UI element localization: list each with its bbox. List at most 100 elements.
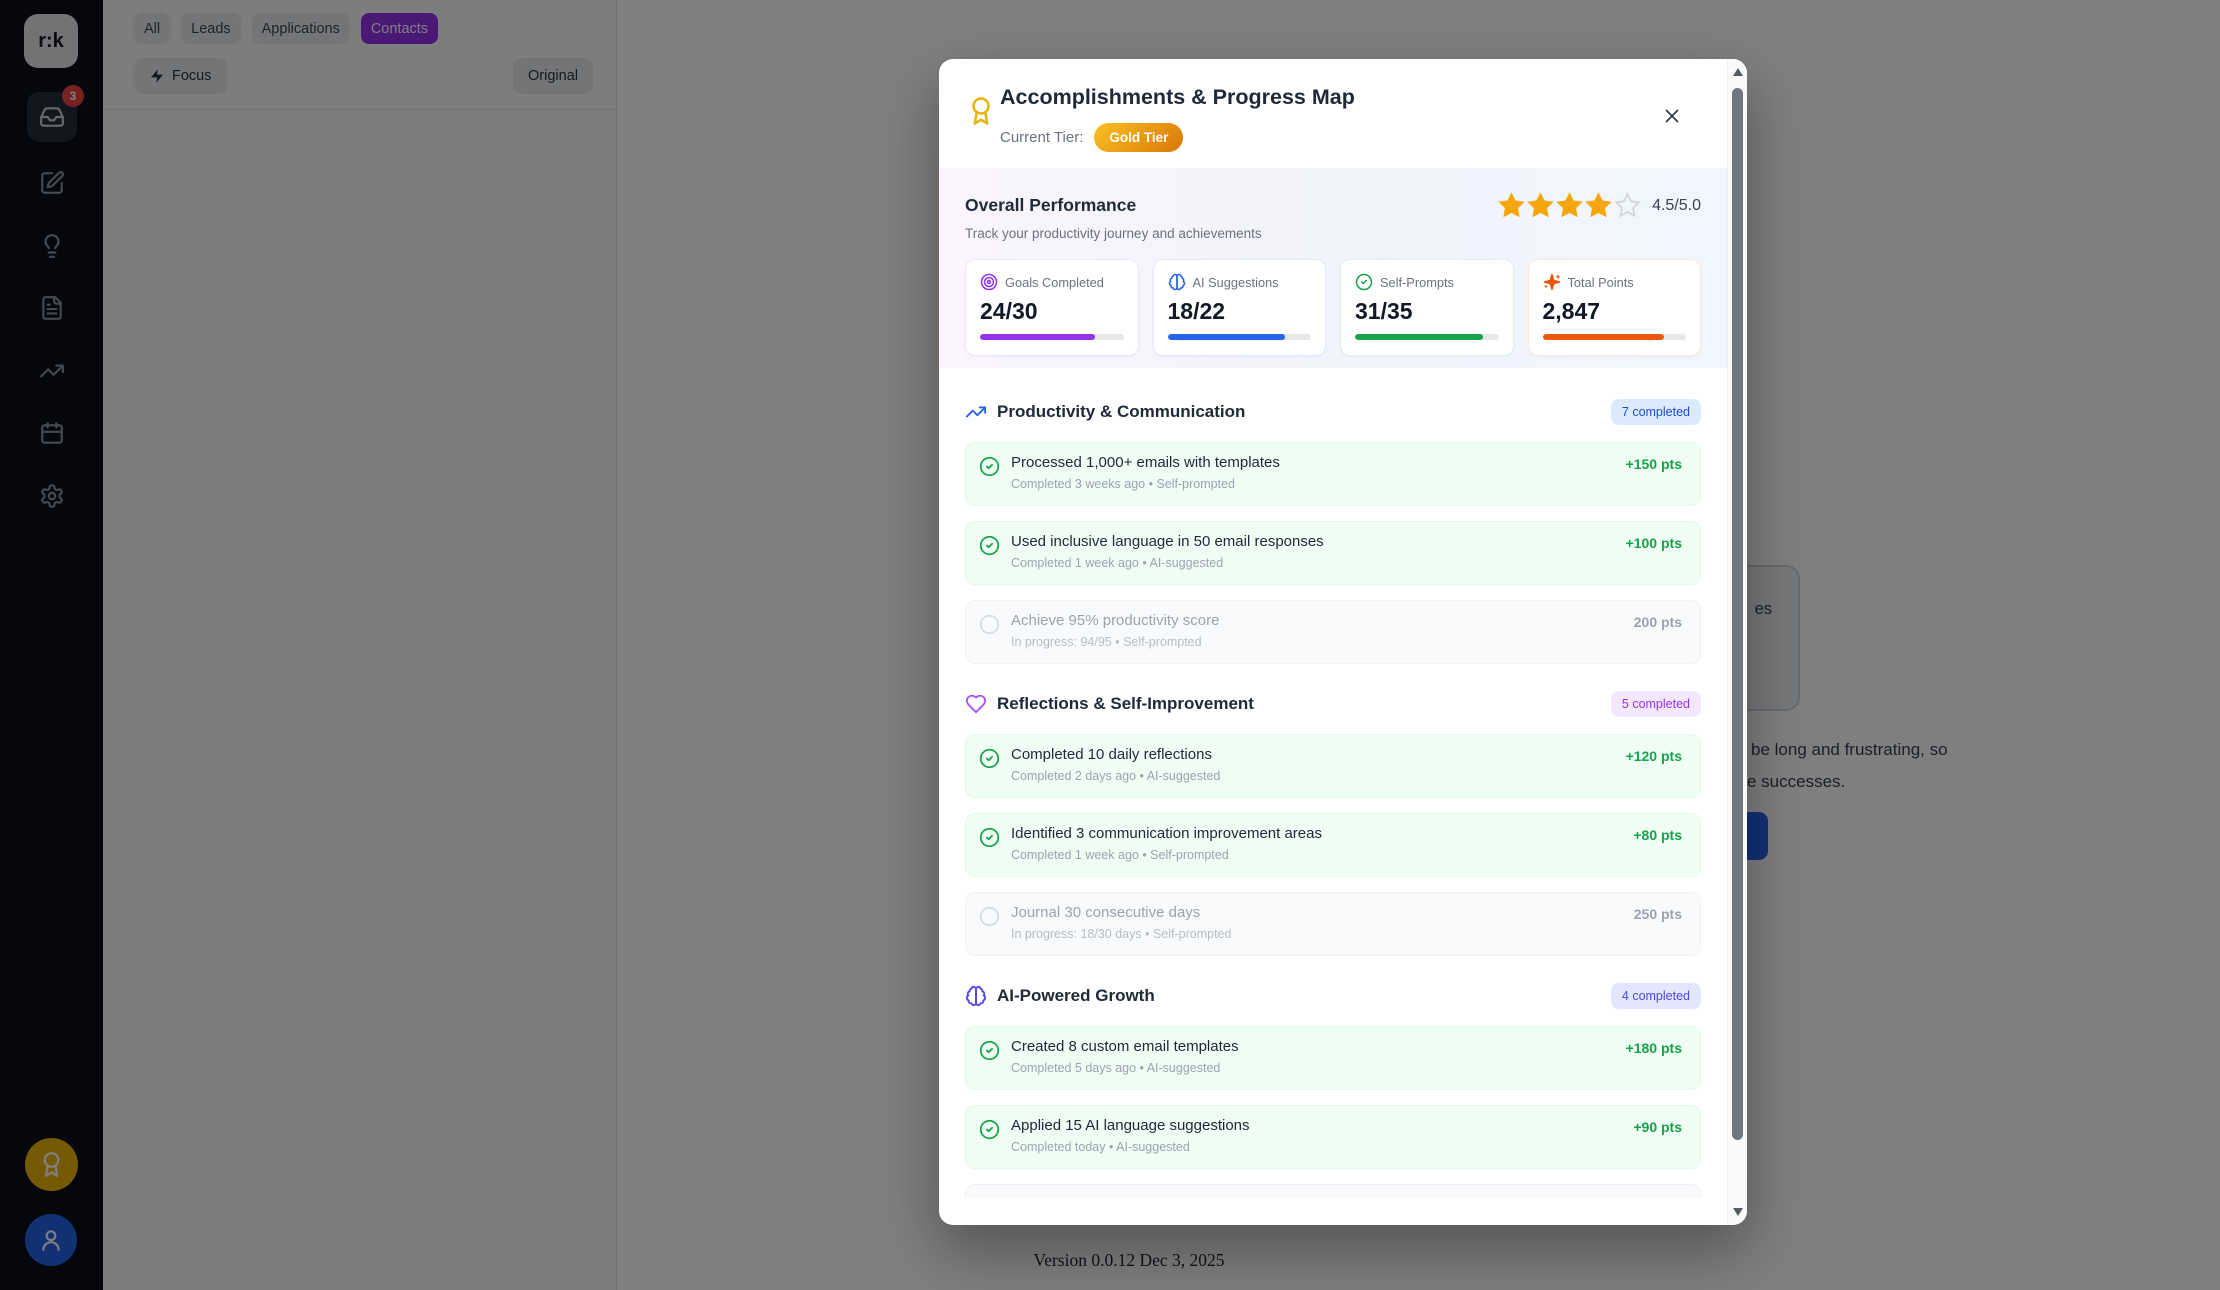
- modal-title: Accomplishments & Progress Map: [1000, 85, 1355, 110]
- achievement-title: Applied 15 AI language suggestions: [1011, 1117, 1622, 1134]
- progress-track: [1543, 334, 1687, 340]
- star-icon: [1527, 192, 1554, 219]
- achievement-item: Processed 1,000+ emails with templates Co…: [965, 442, 1701, 506]
- achievement-item: Achieve 95% productivity score In progres…: [965, 600, 1701, 664]
- achievement-meta: Completed 1 week ago • Self-prompted: [1011, 848, 1622, 862]
- performance-title: Overall Performance: [965, 195, 1136, 216]
- star-icon: [1585, 192, 1612, 219]
- progress-fill: [1543, 334, 1665, 340]
- achievement-points: +180 pts: [1626, 1040, 1682, 1078]
- section-title: Reflections & Self-Improvement: [997, 694, 1601, 714]
- brain-icon: [1168, 273, 1186, 291]
- trending-up-icon: [965, 401, 987, 423]
- sparkles-icon: [1543, 273, 1561, 291]
- section-completed-badge: 5 completed: [1611, 691, 1701, 717]
- section-completed-badge: 4 completed: [1611, 983, 1701, 1009]
- scrollbar-up-arrow-icon[interactable]: [1733, 68, 1743, 76]
- circle-icon: [979, 614, 1000, 652]
- achievement-item: Completed 10 daily reflections Completed …: [965, 734, 1701, 798]
- next-achievement-partial: [965, 1184, 1701, 1198]
- star-icon: [1498, 192, 1525, 219]
- tier-badge: Gold Tier: [1094, 123, 1183, 152]
- achievement-points: +80 pts: [1633, 827, 1682, 865]
- section-ai-growth: AI-Powered Growth 4 completed Created 8 …: [965, 982, 1701, 1198]
- brain-icon: [965, 985, 987, 1007]
- stat-value: 18/22: [1168, 298, 1312, 325]
- section-title: Productivity & Communication: [997, 402, 1601, 422]
- progress-fill: [1355, 334, 1483, 340]
- achievement-meta: In progress: 94/95 • Self-prompted: [1011, 635, 1623, 649]
- progress-track: [1355, 334, 1499, 340]
- section-reflections: Reflections & Self-Improvement 5 complet…: [965, 690, 1701, 956]
- check-circle-icon: [979, 535, 1000, 573]
- performance-panel: Overall Performance 4.5/5.0 Track your p…: [939, 168, 1727, 368]
- achievement-item: Applied 15 AI language suggestions Comple…: [965, 1105, 1701, 1169]
- stat-card-total-points: Total Points 2,847: [1528, 259, 1702, 356]
- stat-card-self-prompts: Self-Prompts 31/35: [1340, 259, 1514, 356]
- check-circle-icon: [979, 827, 1000, 865]
- achievement-item: Identified 3 communication improvement a…: [965, 813, 1701, 877]
- stat-label: Total Points: [1568, 275, 1634, 290]
- achievement-title: Identified 3 communication improvement a…: [1011, 825, 1622, 842]
- achievement-title: Processed 1,000+ emails with templates: [1011, 454, 1615, 471]
- achievement-title: Created 8 custom email templates: [1011, 1038, 1615, 1055]
- achievement-points: +120 pts: [1626, 748, 1682, 786]
- heart-icon: [965, 693, 987, 715]
- check-circle-icon: [979, 1119, 1000, 1157]
- achievement-title: Journal 30 consecutive days: [1011, 904, 1623, 921]
- stats-grid: Goals Completed 24/30 AI Suggestions 18/: [965, 259, 1701, 356]
- achievement-title: Used inclusive language in 50 email resp…: [1011, 533, 1615, 550]
- progress-fill: [1168, 334, 1286, 340]
- achievement-points: +150 pts: [1626, 456, 1682, 494]
- tier-label: Current Tier:: [1000, 129, 1083, 146]
- star-icon: [1556, 192, 1583, 219]
- stat-value: 24/30: [980, 298, 1124, 325]
- section-productivity: Productivity & Communication 7 completed…: [965, 398, 1701, 664]
- stat-card-goals: Goals Completed 24/30: [965, 259, 1139, 356]
- award-icon: [966, 96, 996, 126]
- achievement-points: +100 pts: [1626, 535, 1682, 573]
- achievement-meta: In progress: 18/30 days • Self-prompted: [1011, 927, 1623, 941]
- achievement-meta: Completed 2 days ago • AI-suggested: [1011, 769, 1615, 783]
- circle-icon: [979, 906, 1000, 944]
- achievement-meta: Completed 1 week ago • AI-suggested: [1011, 556, 1615, 570]
- check-circle-icon: [979, 748, 1000, 786]
- achievement-item: Journal 30 consecutive days In progress: …: [965, 892, 1701, 956]
- section-completed-badge: 7 completed: [1611, 399, 1701, 425]
- close-icon[interactable]: [1659, 103, 1685, 129]
- achievement-meta: Completed 3 weeks ago • Self-prompted: [1011, 477, 1615, 491]
- achievement-title: Achieve 95% productivity score: [1011, 612, 1623, 629]
- progress-track: [1168, 334, 1312, 340]
- stat-label: Self-Prompts: [1380, 275, 1454, 290]
- achievement-points: +90 pts: [1633, 1119, 1682, 1157]
- achievement-item: Used inclusive language in 50 email resp…: [965, 521, 1701, 585]
- modal-header: Accomplishments & Progress Map Current T…: [939, 59, 1727, 168]
- check-circle-icon: [979, 456, 1000, 494]
- progress-fill: [980, 334, 1095, 340]
- stat-value: 2,847: [1543, 298, 1687, 325]
- achievement-title: Completed 10 daily reflections: [1011, 746, 1615, 763]
- star-rating: 4.5/5.0: [1498, 192, 1701, 219]
- achievement-item: Created 8 custom email templates Complete…: [965, 1026, 1701, 1090]
- stat-value: 31/35: [1355, 298, 1499, 325]
- scrollbar-thumb[interactable]: [1732, 88, 1743, 1140]
- accomplishments-modal: Accomplishments & Progress Map Current T…: [939, 59, 1747, 1225]
- screen: r:k 3: [0, 0, 2220, 1290]
- performance-subtitle: Track your productivity journey and achi…: [965, 226, 1701, 241]
- star-icon: [1614, 192, 1641, 219]
- achievement-meta: Completed today • AI-suggested: [1011, 1140, 1622, 1154]
- achievement-points: 200 pts: [1634, 614, 1682, 652]
- achievement-points: 250 pts: [1634, 906, 1682, 944]
- section-title: AI-Powered Growth: [997, 986, 1601, 1006]
- stat-label: Goals Completed: [1005, 275, 1104, 290]
- check-circle-icon: [979, 1040, 1000, 1078]
- stat-label: AI Suggestions: [1193, 275, 1279, 290]
- target-icon: [980, 273, 998, 291]
- progress-track: [980, 334, 1124, 340]
- rating-value: 4.5/5.0: [1652, 197, 1701, 215]
- stat-card-ai-suggestions: AI Suggestions 18/22: [1153, 259, 1327, 356]
- modal-scrollbar[interactable]: [1727, 59, 1747, 1225]
- check-circle-icon: [1355, 273, 1373, 291]
- achievement-meta: Completed 5 days ago • AI-suggested: [1011, 1061, 1615, 1075]
- scrollbar-down-arrow-icon[interactable]: [1733, 1208, 1743, 1216]
